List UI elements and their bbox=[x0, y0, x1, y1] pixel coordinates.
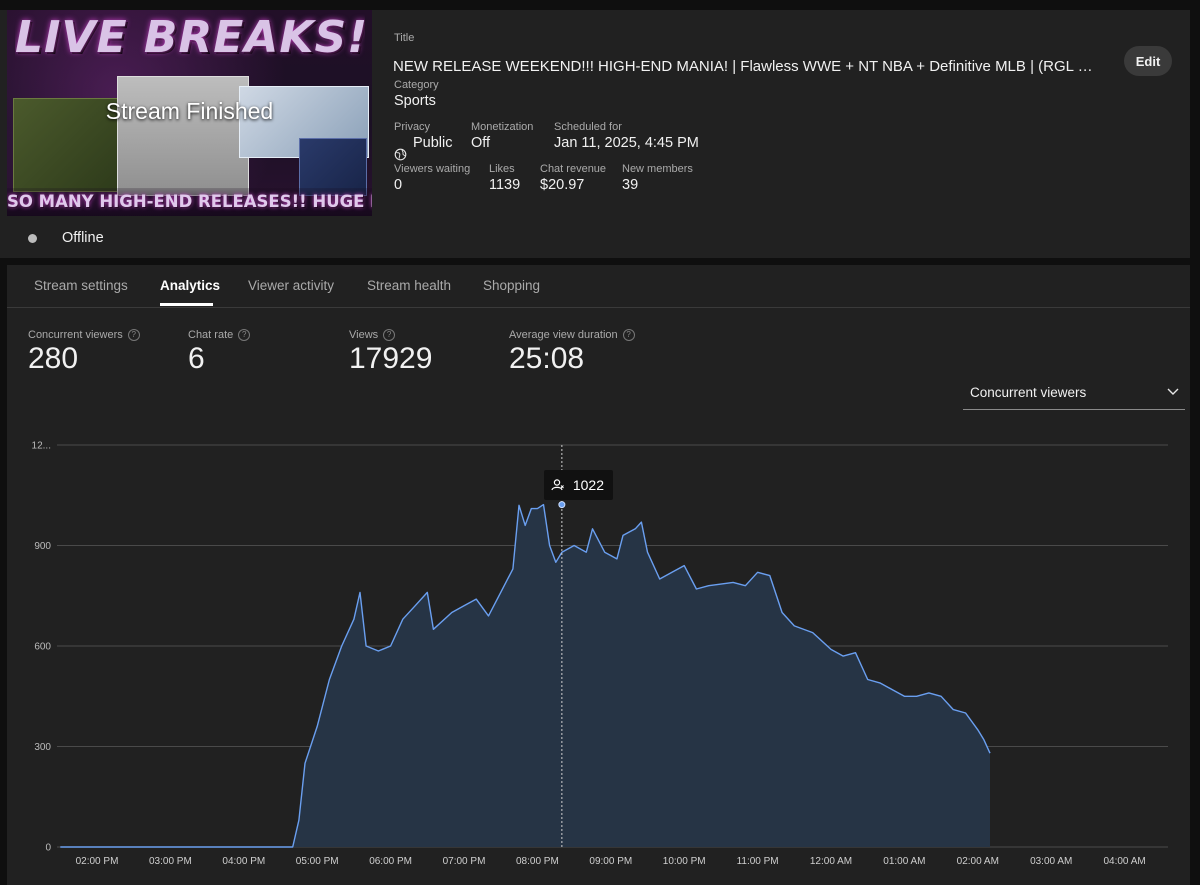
x-tick-label: 04:00 PM bbox=[222, 856, 265, 867]
monetization-label: Monetization bbox=[471, 121, 534, 133]
x-tick-label: 01:00 AM bbox=[883, 856, 925, 867]
y-tick-label: 12... bbox=[32, 441, 51, 452]
scheduled-value: Jan 11, 2025, 4:45 PM bbox=[554, 135, 699, 151]
category-value: Sports bbox=[394, 93, 436, 109]
viewers-waiting-label: Viewers waiting bbox=[394, 163, 471, 175]
x-tick-label: 02:00 AM bbox=[957, 856, 999, 867]
status-dot-icon bbox=[28, 234, 37, 243]
hover-point bbox=[558, 501, 566, 509]
status-text: Offline bbox=[62, 230, 104, 246]
title-label: Title bbox=[394, 32, 415, 44]
x-tick-label: 07:00 PM bbox=[443, 856, 486, 867]
x-tick-label: 05:00 PM bbox=[296, 856, 339, 867]
privacy-label: Privacy bbox=[394, 121, 431, 133]
likes-label: Likes bbox=[489, 163, 515, 175]
x-tick-label: 10:00 PM bbox=[663, 856, 706, 867]
new-members-value: 39 bbox=[622, 177, 639, 193]
x-tick-label: 12:00 AM bbox=[810, 856, 852, 867]
series-area bbox=[60, 504, 991, 847]
viewers-waiting-value: 0 bbox=[394, 177, 403, 193]
thumbnail-card-box-silver bbox=[117, 76, 249, 196]
stream-status-row: Offline bbox=[0, 218, 1190, 258]
monetization-value: Off bbox=[471, 135, 491, 151]
y-tick-label: 300 bbox=[34, 742, 51, 753]
x-tick-label: 03:00 PM bbox=[149, 856, 192, 867]
y-tick-label: 0 bbox=[45, 843, 51, 854]
thumbnail-art-title: LIVE BREAKS! bbox=[15, 12, 365, 63]
x-tick-label: 03:00 AM bbox=[1030, 856, 1072, 867]
x-tick-label: 06:00 PM bbox=[369, 856, 412, 867]
x-tick-label: 08:00 PM bbox=[516, 856, 559, 867]
y-tick-label: 600 bbox=[34, 642, 51, 653]
chat-revenue-value: $20.97 bbox=[540, 177, 585, 193]
stream-info-panel: LIVE BREAKS! Stream Finished SO MANY HIG… bbox=[0, 10, 1190, 218]
x-tick-label: 04:00 AM bbox=[1103, 856, 1145, 867]
x-tick-label: 09:00 PM bbox=[589, 856, 632, 867]
scheduled-label: Scheduled for bbox=[554, 121, 622, 133]
category-label: Category bbox=[394, 79, 439, 91]
chart-tooltip: 1022 bbox=[543, 469, 614, 500]
x-tick-label: 02:00 PM bbox=[76, 856, 119, 867]
likes-value: 1139 bbox=[489, 177, 521, 193]
tooltip-value: 1022 bbox=[572, 476, 605, 493]
y-tick-label: 900 bbox=[34, 541, 51, 552]
chat-revenue-label: Chat revenue bbox=[540, 163, 607, 175]
stream-thumbnail[interactable]: LIVE BREAKS! Stream Finished SO MANY HIG… bbox=[7, 10, 372, 216]
x-tick-label: 11:00 PM bbox=[737, 856, 779, 867]
stream-title: NEW RELEASE WEEKEND!!! HIGH-END MANIA! |… bbox=[393, 58, 1093, 75]
globe-icon bbox=[394, 148, 407, 161]
concurrent-viewers-chart[interactable]: 0 300 600 900 12... 02:00 PM 03:00 PM 04:00 PM 0… bbox=[7, 265, 1190, 885]
new-members-label: New members bbox=[622, 163, 693, 175]
analytics-panel: Stream settings Analytics Viewer activit… bbox=[7, 265, 1190, 885]
privacy-value: Public bbox=[413, 135, 453, 151]
stream-finished-overlay: Stream Finished bbox=[105, 98, 274, 124]
edit-button[interactable]: Edit bbox=[1124, 46, 1172, 76]
thumbnail-art-banner: SO MANY HIGH-END RELEASES!! HUGE BREAKS! bbox=[7, 188, 372, 216]
viewers-icon bbox=[551, 478, 564, 490]
